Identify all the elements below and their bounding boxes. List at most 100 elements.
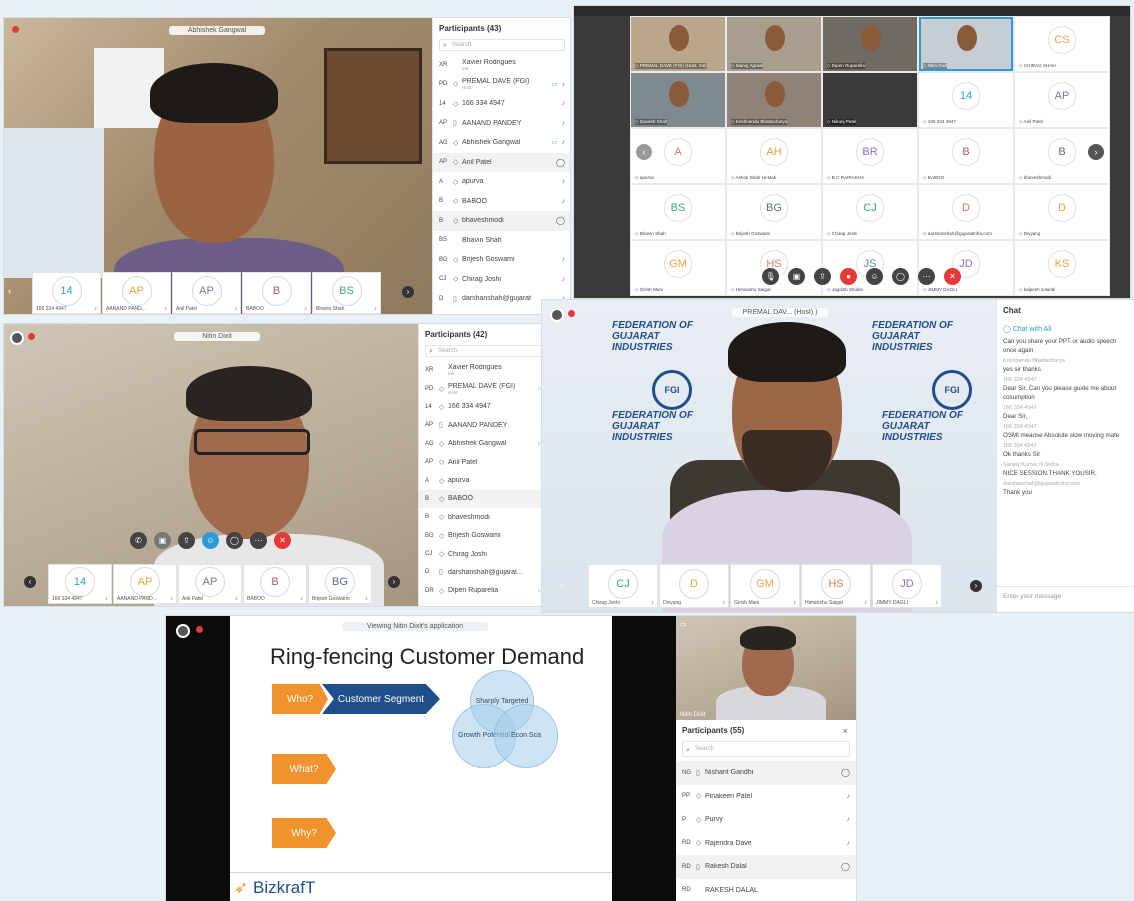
message-input[interactable]: Enter your message [997,586,1134,612]
video-tile[interactable]: D ◇ darshanshah@gujaratinfra.com [918,184,1014,240]
video-tile[interactable]: GM ◇ Girish Mani [630,240,726,296]
video-tile[interactable]: BS ◇ Bhavin Shah [630,184,726,240]
participant-row[interactable]: AG◇Abhishek Gangwal▭♪ [419,435,556,453]
prev-page-icon[interactable]: ‹ [560,580,563,591]
thumb-tile[interactable]: JD JIMMY DAGLI ♪ [872,564,942,608]
settings-icon[interactable] [176,624,190,638]
thumb-tile[interactable]: BG Brijesh Goswami ♪ [308,564,372,604]
thumb-tile[interactable]: GM Girish Mani ♪ [730,564,800,608]
thumb-tile[interactable]: AP AANAND PAND... ♪ [113,564,177,604]
camera-icon[interactable]: ▭ [552,81,558,88]
thumb-tile[interactable]: B BABOO ♪ [242,272,311,314]
thumb-tile[interactable]: HS Himanshu Saigal ♪ [801,564,871,608]
next-page-icon[interactable]: › [402,286,414,298]
thumb-tile[interactable]: D Divyang ♪ [659,564,729,608]
mic-muted-icon[interactable]: ♪ [562,81,566,88]
participant-row[interactable]: RD ◇ Rajendra Dave ♪ [676,832,856,856]
prev-page-icon[interactable]: ‹ [636,144,652,160]
chat-icon[interactable]: ◯ [556,216,565,225]
chat-button[interactable]: ◯ [892,268,909,285]
share-button[interactable]: ⇪ [814,268,831,285]
mic-muted-icon[interactable]: ♪ [562,198,566,205]
share-button[interactable]: ⇪ [178,532,195,549]
participant-row[interactable]: CJ◇Chirag Joshi♪ [419,545,556,563]
participant-row[interactable]: PD◇PREMAL DAVE (FGI)Host▭♪ [433,75,570,95]
prev-page-icon[interactable]: ‹ [24,576,36,588]
video-tile[interactable]: 14 ◇ 166 334 4947 [918,72,1014,128]
thumb-tile[interactable]: AP AANAND PAND... ♪ [102,272,171,314]
video-tile[interactable]: ◇ Nikunj Patel [822,72,918,128]
video-tile[interactable]: ◇ Dipen Ruparelia [822,16,918,72]
video-tile[interactable]: ◇ Daxesh Shah [630,72,726,128]
participant-row[interactable]: 14◇166 334 4947♪ [419,398,556,416]
participant-row[interactable]: PD◇PREMAL DAVE (FGI)Host▭♪ [419,379,556,397]
record-button[interactable]: ● [840,268,857,285]
participant-row[interactable]: AP▯AANAND PANDEY♪ [419,416,556,434]
more-button[interactable]: ⋯ [250,532,267,549]
video-tile[interactable]: BG ◇ Brijesh Goswami [726,184,822,240]
video-tile[interactable]: D ◇ Divyang [1014,184,1110,240]
leave-button[interactable]: ✕ [274,532,291,549]
search-input[interactable]: ⌕ Search [439,39,565,51]
participant-row[interactable]: RD RAKESH DALAL [676,879,856,901]
close-icon[interactable]: × [843,726,848,736]
participant-row[interactable]: AP ◇ Anil Patel ◯ [433,152,570,172]
participant-row[interactable]: PP ◇ Pinakeen Patel ♪ [676,785,856,809]
mic-muted-icon[interactable]: ♪ [562,276,566,283]
participant-row[interactable]: XR Xavier Rodrigues me [419,361,556,379]
participant-row[interactable]: AP▯AANAND PANDEY♪ [433,114,570,134]
thumb-tile[interactable]: BS Bhavin Shah ♪ [312,272,381,314]
search-input[interactable]: ⌕ Search [425,345,551,357]
participant-row[interactable]: XR Xavier Rodrigues me [433,55,570,75]
participants-button[interactable]: ☺ [866,268,883,285]
video-tile[interactable]: AP ◇ Anil Patel [1014,72,1110,128]
video-tile[interactable]: BR ◇ B C RAIRAKHA [822,128,918,184]
mic-muted-icon[interactable]: ♪ [562,139,566,146]
video-tile[interactable]: CS ◇ CHIRAG SHAH [1014,16,1110,72]
thumb-tile[interactable]: 14 166 334 4947 ♪ [32,272,101,314]
more-button[interactable]: ⋯ [918,268,935,285]
thumb-tile[interactable]: 14 166 334 4947 ♪ [48,564,112,604]
video-tile[interactable]: ◇ PREMAL DAVE (FGI) (Host, me) [630,16,726,72]
chat-button[interactable]: ◯ [226,532,243,549]
expand-icon[interactable]: ⇨ [680,620,687,629]
search-input[interactable]: ⌕ Search [682,741,850,757]
participant-row[interactable]: BG◇Brijesh Goswami♪ [419,527,556,545]
thumbnail-strip[interactable]: 14 166 334 4947 ♪ AP AANAND PAND... ♪ AP Anil… [48,564,372,604]
thumbnail-strip[interactable]: 14 166 334 4947 ♪ AP AANAND PAND... ♪ AP Anil… [32,272,381,314]
settings-icon[interactable] [550,308,564,322]
settings-icon[interactable] [10,331,24,345]
participant-row[interactable]: B◇bhaveshmodi♪ [419,508,556,526]
camera-icon[interactable]: ▭ [552,139,558,146]
phone-button[interactable]: ✆ [130,532,147,549]
mic-muted-icon[interactable]: ♪ [847,816,851,823]
participant-row[interactable]: B◇BABOO◯ [419,489,556,509]
mic-muted-icon[interactable]: ♪ [562,120,566,127]
participant-row[interactable]: A◇apurva♪ [419,471,556,489]
video-tile[interactable]: ◇ Manoj Agrawl [726,16,822,72]
prev-page-icon[interactable]: ‹ [8,286,11,297]
chat-icon[interactable]: ◯ [841,768,850,777]
video-button[interactable]: ▣ [788,268,805,285]
participant-row[interactable]: RD ▯ Rakesh Dalal ◯ [676,855,856,879]
video-tile[interactable]: KS ◇ kalpesh solanki [1014,240,1110,296]
participant-row[interactable]: AG◇Abhishek Gangwal▭♪ [433,133,570,153]
video-tile[interactable]: ◇ Krishnendu Bhattacharya [726,72,822,128]
video-tile[interactable]: B ◇ BABOO [918,128,1014,184]
video-tile[interactable]: ◇ Nitin Dixit [918,16,1014,72]
chat-icon[interactable]: ◯ [841,862,850,871]
thumbnail-strip[interactable]: CJ Chirag Joshi ♪ D Divyang ♪ GM Girish Mani ♪… [588,564,942,608]
thumb-tile[interactable]: AP Anil Patel ♪ [172,272,241,314]
next-page-icon[interactable]: › [388,576,400,588]
participant-row[interactable]: BG◇Brijesh Goswami♪ [433,250,570,270]
participant-row[interactable]: BS Bhavin Shah [433,231,570,251]
chat-icon[interactable]: ◯ [556,158,565,167]
participant-row[interactable]: B ◇ BABOO ♪ [433,192,570,212]
video-tile[interactable]: AH ◇ Ashok Shah Hi-Mak [726,128,822,184]
participants-button[interactable]: ☺ [202,532,219,549]
participant-row[interactable]: DR◇Dipen Ruparelia▭♪ [419,582,556,600]
participant-row[interactable]: D▯darshanshah@gujarat...♪ [419,563,556,581]
mic-muted-icon[interactable]: ♪ [847,793,851,800]
participant-row[interactable]: P ◇ Purvy ♪ [676,808,856,832]
mic-muted-icon[interactable]: ♪ [562,100,566,107]
